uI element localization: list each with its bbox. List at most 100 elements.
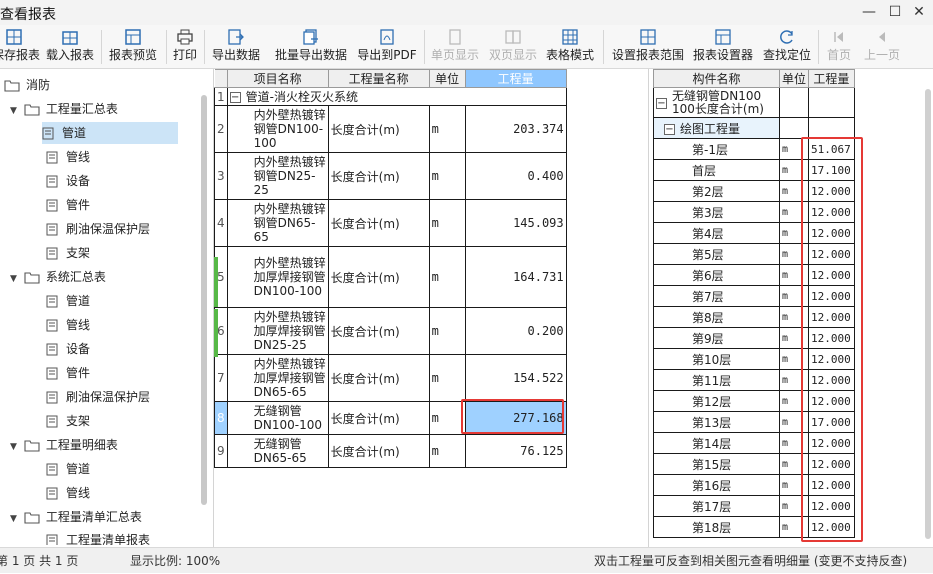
floor-row[interactable]: 第6层 m 12.000 [653,264,855,286]
quantity-cell[interactable]: 0.200 [464,307,567,355]
tree-group-bill[interactable]: ▼ 工程量清单汇总表 [10,506,142,528]
first-page-button[interactable]: 首页 [822,26,856,68]
floor-row[interactable]: 第9层 m 12.000 [653,327,855,349]
table-row[interactable]: 2 内外壁热镀锌钢管DN100-100 长度合计(m) m 203.374 [214,105,567,153]
quantity-cell-selected[interactable]: 277.168 [464,401,567,435]
floor-row[interactable]: 第18层 m 12.000 [653,516,855,538]
minimize-button[interactable]: — [856,2,882,22]
tree-root-xiaofang[interactable]: 消防 [4,74,50,96]
floor-row[interactable]: 第17层 m 12.000 [653,495,855,517]
col-header-item-name[interactable]: 项目名称 [226,69,329,88]
floor-row[interactable]: 第16层 m 12.000 [653,474,855,496]
floor-row[interactable]: 第2层 m 12.000 [653,180,855,202]
table-mode-button[interactable]: 表格模式 [543,26,597,68]
tree-item-system-pipe[interactable]: 管道 [46,290,90,312]
batch-export-icon [270,26,352,46]
floor-row[interactable]: 第-1层 m 51.067 [653,138,855,160]
tree-item-detail-wire[interactable]: 管线 [46,482,90,504]
floor-row[interactable]: 第12层 m 12.000 [653,390,855,412]
floor-row[interactable]: 第11层 m 12.000 [653,369,855,391]
detail-scrollbar[interactable] [925,89,931,539]
collapse-icon[interactable]: − [664,123,675,135]
tree-item-system-fittings[interactable]: 管件 [46,362,90,384]
chevron-down-icon[interactable]: ▼ [10,100,20,122]
tree-group-detail[interactable]: ▼ 工程量明细表 [10,434,118,456]
find-locate-button[interactable]: 查找定位 [760,26,814,68]
floor-row[interactable]: 第8层 m 12.000 [653,306,855,328]
close-button[interactable]: ✕ [906,2,932,22]
col-header-quantity-name[interactable]: 工程量名称 [327,69,430,88]
prev-page-button[interactable]: 上一页 [860,26,904,68]
report-settings-button[interactable]: 报表设置器 [690,26,756,68]
table-row[interactable]: 6 内外壁热镀锌加厚焊接钢管DN25-25 长度合计(m) m 0.200 [214,307,567,355]
floor-row[interactable]: 首层 m 17.100 [653,159,855,181]
chevron-down-icon[interactable]: ▼ [10,508,20,530]
tree-item-bill-report[interactable]: 工程量清单报表 [46,529,150,545]
quantity-cell[interactable]: 76.125 [464,434,567,468]
table-row[interactable]: 5 内外壁热镀锌加厚焊接钢管DN100-100 长度合计(m) m 164.73… [214,246,567,308]
print-button[interactable]: 打印 [170,26,200,68]
tree-item-summary-fittings[interactable]: 管件 [46,194,90,216]
save-report-button[interactable]: 保存报表 [0,26,40,68]
quantity-cell[interactable]: 203.374 [464,105,567,153]
quantity-cell[interactable]: 0.400 [464,152,567,200]
document-icon [46,463,58,476]
quantity-cell[interactable]: 164.731 [464,246,567,308]
col-header-component[interactable]: 构件名称 [653,69,780,88]
col-header-unit[interactable]: 单位 [428,69,466,88]
table-row-selected[interactable]: 8 无缝钢管DN100-100 长度合计(m) m 277.168 [214,401,567,435]
floor-row[interactable]: 第10层 m 12.000 [653,348,855,370]
chevron-down-icon[interactable]: ▼ [10,436,20,458]
tree-item-system-support[interactable]: 支架 [46,410,90,432]
floor-row[interactable]: 第15层 m 12.000 [653,453,855,475]
subgroup-row[interactable]: − 绘图工程量 [653,117,855,139]
floor-row[interactable]: 第7层 m 12.000 [653,285,855,307]
col-header-quantity[interactable]: 工程量 [808,69,855,88]
unit-cell: m [428,434,466,468]
load-report-button[interactable]: 载入报表 [44,26,96,68]
tree-item-detail-pipe[interactable]: 管道 [46,458,90,480]
collapse-icon[interactable]: − [656,97,667,109]
export-data-button[interactable]: 导出数据 [208,26,264,68]
batch-export-button[interactable]: 批量导出数据 [270,26,352,68]
table-row[interactable]: 3 内外壁热镀锌钢管DN25-25 长度合计(m) m 0.400 [214,152,567,200]
maximize-button[interactable]: ☐ [882,2,908,22]
tree-scrollbar[interactable] [201,95,207,505]
tree-item-system-coating[interactable]: 刷油保温保护层 [46,386,150,408]
report-preview-button[interactable]: 报表预览 [106,26,160,68]
floor-row[interactable]: 第4层 m 12.000 [653,222,855,244]
floor-row[interactable]: 第3层 m 12.000 [653,201,855,223]
tree-item-summary-support[interactable]: 支架 [46,242,90,264]
collapse-icon[interactable]: − [229,92,241,103]
table-row[interactable]: 9 无缝钢管DN65-65 长度合计(m) m 76.125 [214,434,567,468]
report-table: 项目名称 工程量名称 单位 工程量 1 − 管道-消火栓灭火系统 2 内外壁热镀锌… [214,69,567,468]
table-row[interactable]: 4 内外壁热镀锌钢管DN65-65 长度合计(m) m 145.093 [214,199,567,247]
export-pdf-button[interactable]: 导出到PDF [355,26,419,68]
quantity-cell[interactable]: 145.093 [464,199,567,247]
col-header-quantity[interactable]: 工程量 [464,69,567,88]
floor-row[interactable]: 第14层 m 12.000 [653,432,855,454]
table-group-row[interactable]: 1 − 管道-消火栓灭火系统 [214,87,567,106]
tree-item-summary-equipment[interactable]: 设备 [46,170,90,192]
table-row[interactable]: 7 内外壁热镀锌加厚焊接钢管DN65-65 长度合计(m) m 154.522 [214,354,567,402]
tree-item-summary-coating[interactable]: 刷油保温保护层 [46,218,150,240]
chevron-down-icon[interactable]: ▼ [10,268,20,290]
tree-item-system-equipment[interactable]: 设备 [46,338,90,360]
tree-item-summary-wire[interactable]: 管线 [46,146,90,168]
tree-item-summary-pipe[interactable]: 管道 [42,122,178,144]
component-row[interactable]: − 无缝钢管DN100 100长度合计(m) [653,87,855,118]
tree-group-system[interactable]: ▼ 系统汇总表 [10,266,106,288]
floor-row[interactable]: 第5层 m 12.000 [653,243,855,265]
floor-row[interactable]: 第13层 m 17.000 [653,411,855,433]
col-header-unit[interactable]: 单位 [779,69,809,88]
set-report-range-button[interactable]: 设置报表范围 [609,26,687,68]
quantity-cell[interactable]: 154.522 [464,354,567,402]
double-page-button[interactable]: 双页显示 [486,26,540,68]
tree-group-summary[interactable]: ▼ 工程量汇总表 [10,98,118,120]
grid-save-icon [0,26,36,46]
toolbar-separator [204,30,205,64]
folder-icon [24,440,40,452]
single-page-button[interactable]: 单页显示 [428,26,482,68]
tree-item-system-wire[interactable]: 管线 [46,314,90,336]
component-name: 无缝钢管DN100 100长度合计(m) [672,88,764,116]
